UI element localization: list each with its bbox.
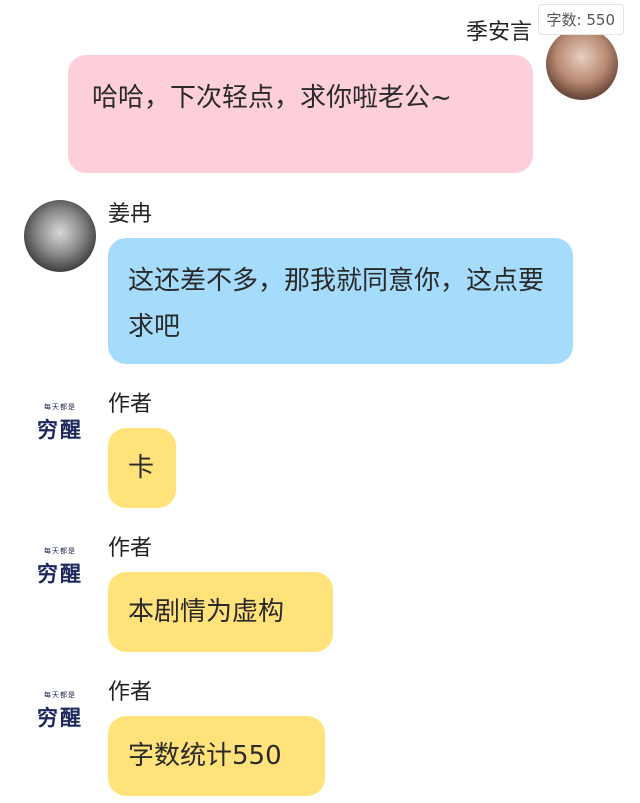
logo-small-text: 每天都是 xyxy=(44,403,76,411)
author-logo[interactable]: 每天都是 穷醒 xyxy=(24,678,96,750)
avatar[interactable] xyxy=(24,200,96,272)
sender-name: 姜冉 xyxy=(108,202,153,227)
logo-big-text: 穷醒 xyxy=(37,705,83,730)
message-bubble[interactable]: 本剧情为虚构 xyxy=(108,572,333,652)
word-count-badge: 字数: 550 xyxy=(537,4,624,35)
message-bubble[interactable]: 字数统计550 xyxy=(108,716,325,796)
sender-name: 作者 xyxy=(108,536,153,561)
sender-name: 季安言 xyxy=(465,20,532,45)
message-bubble[interactable]: 这还差不多，那我就同意你，这点要求吧 xyxy=(108,238,573,364)
logo-big-text: 穷醒 xyxy=(37,417,83,442)
message-bubble[interactable]: 卡 xyxy=(108,428,176,508)
author-logo[interactable]: 每天都是 穷醒 xyxy=(24,534,96,606)
logo-big-text: 穷醒 xyxy=(37,561,83,586)
logo-small-text: 每天都是 xyxy=(44,691,76,699)
sender-name: 作者 xyxy=(108,680,153,705)
logo-small-text: 每天都是 xyxy=(44,547,76,555)
sender-name: 作者 xyxy=(108,392,153,417)
avatar[interactable] xyxy=(546,28,618,100)
author-logo[interactable]: 每天都是 穷醒 xyxy=(24,390,96,462)
message-bubble[interactable]: 哈哈，下次轻点，求你啦老公~ xyxy=(68,55,533,173)
